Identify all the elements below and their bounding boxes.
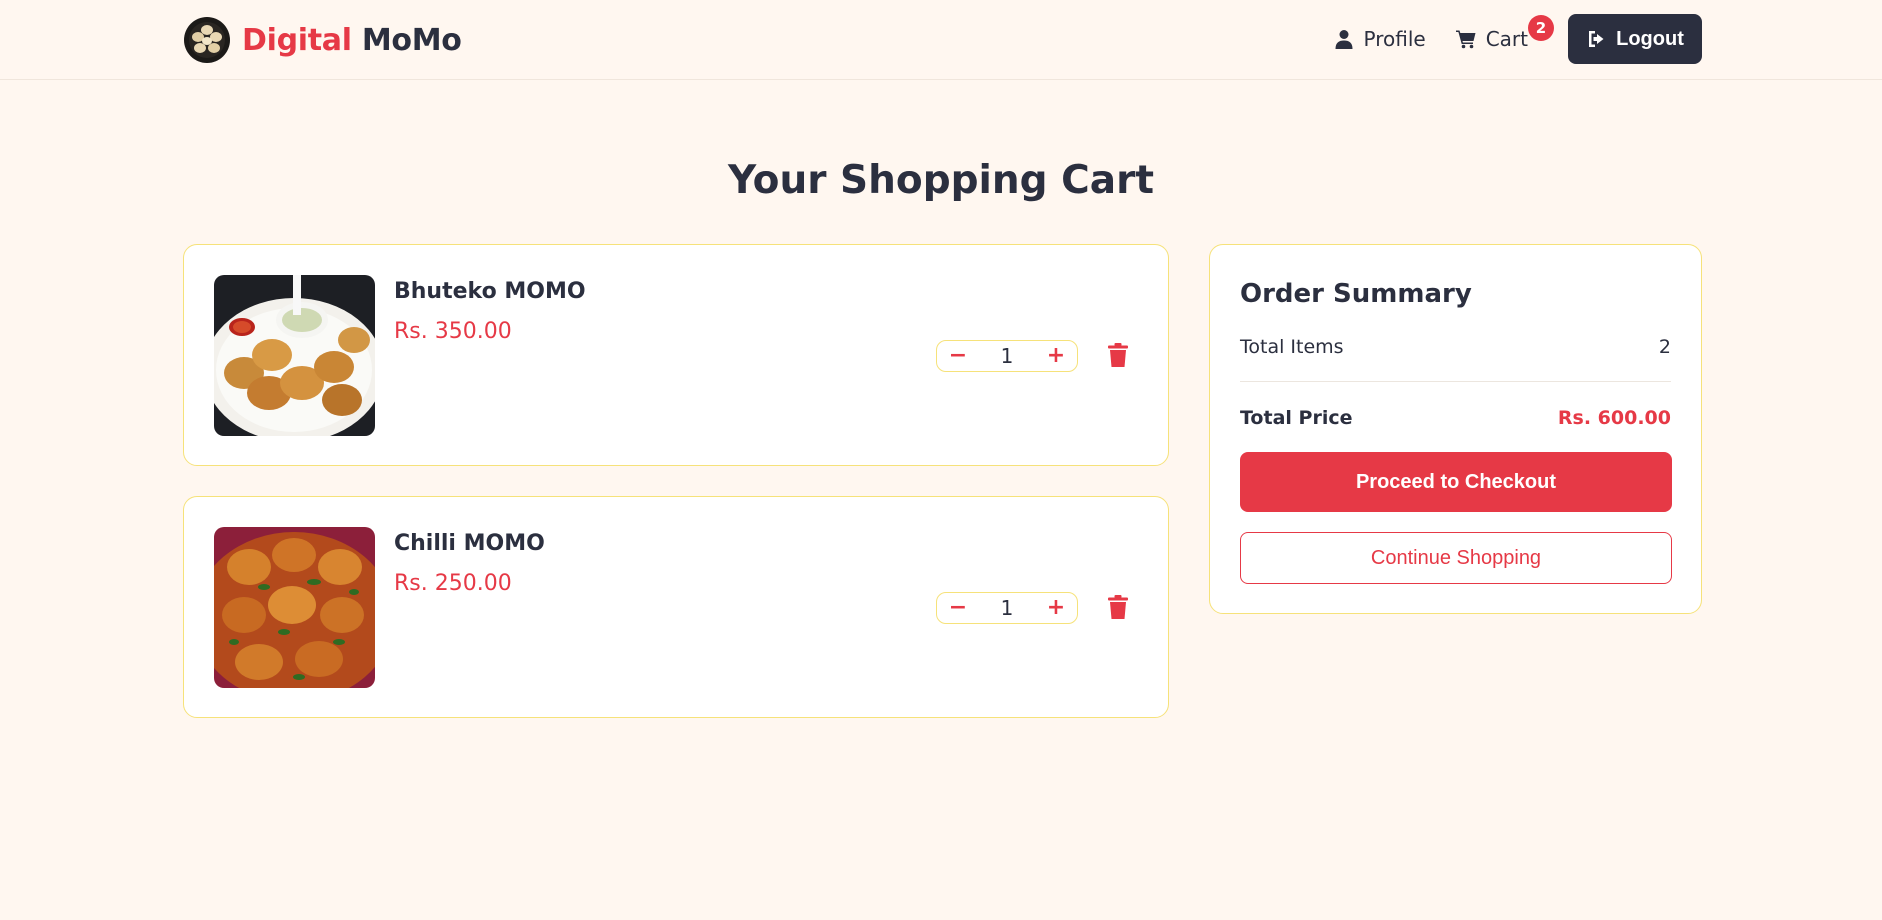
proceed-to-checkout-button[interactable]: Proceed to Checkout <box>1240 452 1672 512</box>
cart-item: Chilli MOMO Rs. 250.00 − 1 + <box>183 496 1169 718</box>
cart-count-badge: 2 <box>1528 15 1554 41</box>
item-price: Rs. 350.00 <box>394 319 512 344</box>
total-items-value: 2 <box>1658 336 1671 358</box>
sign-out-icon <box>1589 31 1604 47</box>
user-icon <box>1335 30 1353 49</box>
total-price-row: Total Price Rs. 600.00 <box>1240 407 1671 429</box>
summary-divider <box>1240 381 1671 382</box>
brand[interactable]: Digital MoMo <box>184 16 462 64</box>
total-items-row: Total Items 2 <box>1240 336 1671 358</box>
trash-icon[interactable] <box>1108 343 1128 367</box>
nav-cart-link[interactable]: Cart 2 <box>1455 15 1554 51</box>
quantity-value: 1 <box>1000 596 1014 620</box>
cart-icon <box>1455 30 1476 49</box>
trash-icon[interactable] <box>1108 595 1128 619</box>
logout-button[interactable]: Logout <box>1568 14 1702 64</box>
chilli-momo-photo <box>214 527 375 688</box>
total-price-value: Rs. 600.00 <box>1557 407 1671 429</box>
brand-name-part1: Digital <box>242 22 352 58</box>
increase-quantity-button[interactable]: + <box>1047 597 1065 619</box>
increase-quantity-button[interactable]: + <box>1047 345 1065 367</box>
cart-item: Bhuteko MOMO Rs. 350.00 − 1 + <box>183 244 1169 466</box>
decrease-quantity-button[interactable]: − <box>949 597 967 619</box>
order-summary-card: Order Summary Total Items 2 Total Price … <box>1209 244 1702 614</box>
fried-momo-plate-photo <box>214 275 375 436</box>
navbar: Digital MoMo Profile Cart 2 Logout <box>0 0 1882 80</box>
total-items-label: Total Items <box>1240 336 1344 358</box>
total-price-label: Total Price <box>1240 407 1353 429</box>
nav-profile-link[interactable]: Profile <box>1334 27 1426 51</box>
item-name: Chilli MOMO <box>394 531 545 556</box>
item-price: Rs. 250.00 <box>394 571 512 596</box>
brand-name: Digital MoMo <box>242 23 462 58</box>
continue-shopping-button[interactable]: Continue Shopping <box>1240 532 1672 584</box>
item-name: Bhuteko MOMO <box>394 279 586 304</box>
quantity-stepper: − 1 + <box>936 592 1078 624</box>
quantity-stepper: − 1 + <box>936 340 1078 372</box>
brand-name-part2: MoMo <box>361 22 462 58</box>
order-summary-title: Order Summary <box>1240 279 1472 309</box>
page-title: Your Shopping Cart <box>728 158 1154 203</box>
decrease-quantity-button[interactable]: − <box>949 345 967 367</box>
logout-label: Logout <box>1616 27 1684 50</box>
momo-plate-logo <box>184 17 230 63</box>
nav-profile-label: Profile <box>1363 27 1426 51</box>
quantity-value: 1 <box>1000 344 1014 368</box>
nav-right: Profile Cart 2 Logout <box>1334 14 1702 64</box>
nav-cart-label: Cart <box>1485 27 1528 51</box>
